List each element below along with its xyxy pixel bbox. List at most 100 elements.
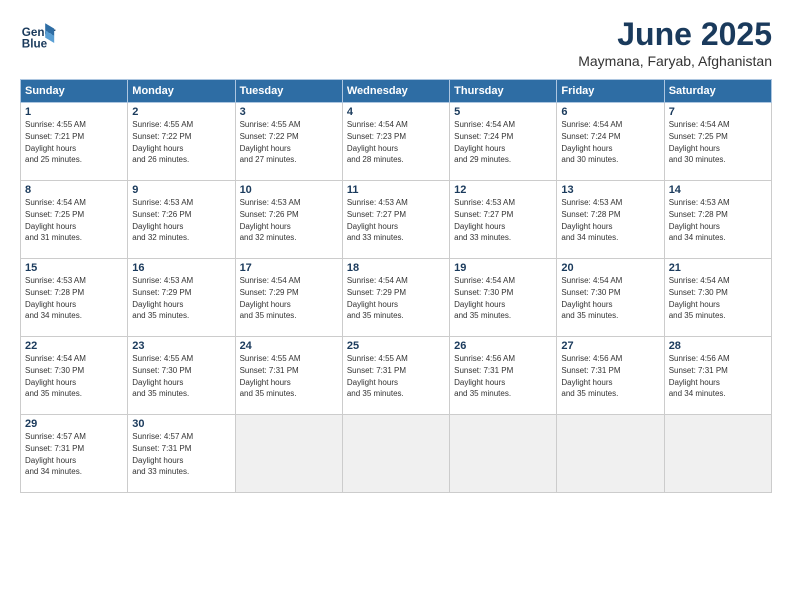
- day-number: 29: [25, 418, 123, 430]
- calendar-cell: 27 Sunrise: 4:56 AMSunset: 7:31 PMDaylig…: [557, 337, 664, 415]
- cell-details: Sunrise: 4:57 AMSunset: 7:31 PMDaylight …: [132, 432, 193, 476]
- header: General Blue June 2025 Maymana, Faryab, …: [20, 16, 772, 69]
- cell-details: Sunrise: 4:54 AMSunset: 7:24 PMDaylight …: [561, 120, 622, 164]
- day-number: 14: [669, 184, 767, 196]
- calendar-cell: 12 Sunrise: 4:53 AMSunset: 7:27 PMDaylig…: [450, 181, 557, 259]
- calendar-cell: 1 Sunrise: 4:55 AMSunset: 7:21 PMDayligh…: [21, 103, 128, 181]
- logo-icon: General Blue: [20, 16, 56, 52]
- calendar-cell: [664, 415, 771, 493]
- calendar-cell: 19 Sunrise: 4:54 AMSunset: 7:30 PMDaylig…: [450, 259, 557, 337]
- day-number: 3: [240, 106, 338, 118]
- svg-text:Blue: Blue: [22, 38, 48, 51]
- day-number: 2: [132, 106, 230, 118]
- cell-details: Sunrise: 4:53 AMSunset: 7:28 PMDaylight …: [669, 198, 730, 242]
- cell-details: Sunrise: 4:54 AMSunset: 7:30 PMDaylight …: [669, 276, 730, 320]
- calendar-cell: 15 Sunrise: 4:53 AMSunset: 7:28 PMDaylig…: [21, 259, 128, 337]
- calendar-cell: 25 Sunrise: 4:55 AMSunset: 7:31 PMDaylig…: [342, 337, 449, 415]
- day-number: 21: [669, 262, 767, 274]
- page: General Blue June 2025 Maymana, Faryab, …: [0, 0, 792, 612]
- calendar-cell: 29 Sunrise: 4:57 AMSunset: 7:31 PMDaylig…: [21, 415, 128, 493]
- calendar-cell: [342, 415, 449, 493]
- cell-details: Sunrise: 4:54 AMSunset: 7:29 PMDaylight …: [347, 276, 408, 320]
- cell-details: Sunrise: 4:54 AMSunset: 7:25 PMDaylight …: [669, 120, 730, 164]
- day-number: 17: [240, 262, 338, 274]
- calendar-week-row: 8 Sunrise: 4:54 AMSunset: 7:25 PMDayligh…: [21, 181, 772, 259]
- calendar-cell: 6 Sunrise: 4:54 AMSunset: 7:24 PMDayligh…: [557, 103, 664, 181]
- logo: General Blue: [20, 16, 60, 52]
- day-number: 15: [25, 262, 123, 274]
- cell-details: Sunrise: 4:55 AMSunset: 7:31 PMDaylight …: [347, 354, 408, 398]
- calendar-cell: 9 Sunrise: 4:53 AMSunset: 7:26 PMDayligh…: [128, 181, 235, 259]
- calendar-cell: 20 Sunrise: 4:54 AMSunset: 7:30 PMDaylig…: [557, 259, 664, 337]
- cell-details: Sunrise: 4:53 AMSunset: 7:26 PMDaylight …: [240, 198, 301, 242]
- cell-details: Sunrise: 4:53 AMSunset: 7:29 PMDaylight …: [132, 276, 193, 320]
- day-number: 16: [132, 262, 230, 274]
- day-number: 10: [240, 184, 338, 196]
- day-number: 4: [347, 106, 445, 118]
- day-number: 19: [454, 262, 552, 274]
- calendar-cell: [557, 415, 664, 493]
- cell-details: Sunrise: 4:54 AMSunset: 7:30 PMDaylight …: [561, 276, 622, 320]
- cell-details: Sunrise: 4:56 AMSunset: 7:31 PMDaylight …: [561, 354, 622, 398]
- col-tuesday: Tuesday: [235, 80, 342, 103]
- cell-details: Sunrise: 4:53 AMSunset: 7:28 PMDaylight …: [561, 198, 622, 242]
- calendar-week-row: 29 Sunrise: 4:57 AMSunset: 7:31 PMDaylig…: [21, 415, 772, 493]
- col-saturday: Saturday: [664, 80, 771, 103]
- calendar-cell: 18 Sunrise: 4:54 AMSunset: 7:29 PMDaylig…: [342, 259, 449, 337]
- calendar-table: Sunday Monday Tuesday Wednesday Thursday…: [20, 79, 772, 493]
- day-number: 8: [25, 184, 123, 196]
- cell-details: Sunrise: 4:55 AMSunset: 7:22 PMDaylight …: [240, 120, 301, 164]
- day-number: 11: [347, 184, 445, 196]
- cell-details: Sunrise: 4:55 AMSunset: 7:31 PMDaylight …: [240, 354, 301, 398]
- cell-details: Sunrise: 4:54 AMSunset: 7:29 PMDaylight …: [240, 276, 301, 320]
- day-number: 26: [454, 340, 552, 352]
- cell-details: Sunrise: 4:53 AMSunset: 7:27 PMDaylight …: [347, 198, 408, 242]
- calendar-cell: 30 Sunrise: 4:57 AMSunset: 7:31 PMDaylig…: [128, 415, 235, 493]
- calendar-cell: 28 Sunrise: 4:56 AMSunset: 7:31 PMDaylig…: [664, 337, 771, 415]
- month-title: June 2025: [578, 16, 772, 53]
- cell-details: Sunrise: 4:53 AMSunset: 7:28 PMDaylight …: [25, 276, 86, 320]
- day-number: 9: [132, 184, 230, 196]
- calendar-cell: 26 Sunrise: 4:56 AMSunset: 7:31 PMDaylig…: [450, 337, 557, 415]
- calendar-cell: 8 Sunrise: 4:54 AMSunset: 7:25 PMDayligh…: [21, 181, 128, 259]
- title-block: June 2025 Maymana, Faryab, Afghanistan: [578, 16, 772, 69]
- calendar-week-row: 1 Sunrise: 4:55 AMSunset: 7:21 PMDayligh…: [21, 103, 772, 181]
- day-number: 23: [132, 340, 230, 352]
- day-number: 7: [669, 106, 767, 118]
- day-number: 28: [669, 340, 767, 352]
- cell-details: Sunrise: 4:53 AMSunset: 7:26 PMDaylight …: [132, 198, 193, 242]
- cell-details: Sunrise: 4:53 AMSunset: 7:27 PMDaylight …: [454, 198, 515, 242]
- col-wednesday: Wednesday: [342, 80, 449, 103]
- col-sunday: Sunday: [21, 80, 128, 103]
- calendar-cell: 5 Sunrise: 4:54 AMSunset: 7:24 PMDayligh…: [450, 103, 557, 181]
- cell-details: Sunrise: 4:55 AMSunset: 7:22 PMDaylight …: [132, 120, 193, 164]
- calendar-cell: 4 Sunrise: 4:54 AMSunset: 7:23 PMDayligh…: [342, 103, 449, 181]
- calendar-cell: 2 Sunrise: 4:55 AMSunset: 7:22 PMDayligh…: [128, 103, 235, 181]
- calendar-cell: 17 Sunrise: 4:54 AMSunset: 7:29 PMDaylig…: [235, 259, 342, 337]
- calendar-cell: 21 Sunrise: 4:54 AMSunset: 7:30 PMDaylig…: [664, 259, 771, 337]
- col-monday: Monday: [128, 80, 235, 103]
- cell-details: Sunrise: 4:54 AMSunset: 7:24 PMDaylight …: [454, 120, 515, 164]
- cell-details: Sunrise: 4:54 AMSunset: 7:23 PMDaylight …: [347, 120, 408, 164]
- calendar-cell: 13 Sunrise: 4:53 AMSunset: 7:28 PMDaylig…: [557, 181, 664, 259]
- day-number: 22: [25, 340, 123, 352]
- calendar-header-row: Sunday Monday Tuesday Wednesday Thursday…: [21, 80, 772, 103]
- calendar-cell: 10 Sunrise: 4:53 AMSunset: 7:26 PMDaylig…: [235, 181, 342, 259]
- cell-details: Sunrise: 4:54 AMSunset: 7:30 PMDaylight …: [25, 354, 86, 398]
- calendar-cell: 3 Sunrise: 4:55 AMSunset: 7:22 PMDayligh…: [235, 103, 342, 181]
- calendar-cell: 11 Sunrise: 4:53 AMSunset: 7:27 PMDaylig…: [342, 181, 449, 259]
- calendar-cell: 24 Sunrise: 4:55 AMSunset: 7:31 PMDaylig…: [235, 337, 342, 415]
- cell-details: Sunrise: 4:57 AMSunset: 7:31 PMDaylight …: [25, 432, 86, 476]
- calendar-cell: [235, 415, 342, 493]
- day-number: 1: [25, 106, 123, 118]
- col-thursday: Thursday: [450, 80, 557, 103]
- day-number: 13: [561, 184, 659, 196]
- cell-details: Sunrise: 4:54 AMSunset: 7:30 PMDaylight …: [454, 276, 515, 320]
- calendar-cell: 14 Sunrise: 4:53 AMSunset: 7:28 PMDaylig…: [664, 181, 771, 259]
- day-number: 12: [454, 184, 552, 196]
- calendar-week-row: 15 Sunrise: 4:53 AMSunset: 7:28 PMDaylig…: [21, 259, 772, 337]
- cell-details: Sunrise: 4:54 AMSunset: 7:25 PMDaylight …: [25, 198, 86, 242]
- calendar-cell: 7 Sunrise: 4:54 AMSunset: 7:25 PMDayligh…: [664, 103, 771, 181]
- cell-details: Sunrise: 4:55 AMSunset: 7:21 PMDaylight …: [25, 120, 86, 164]
- cell-details: Sunrise: 4:56 AMSunset: 7:31 PMDaylight …: [454, 354, 515, 398]
